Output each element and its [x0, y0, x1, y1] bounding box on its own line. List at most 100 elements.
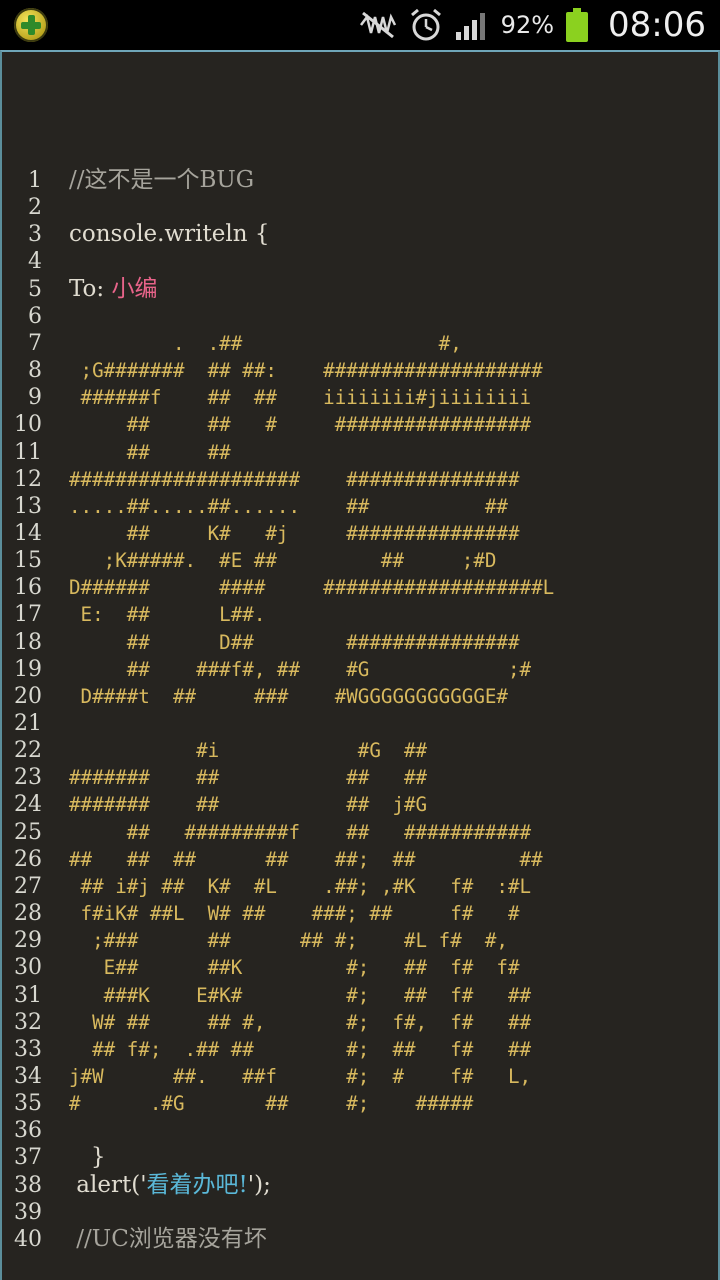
line-text: ## #########f ## ########### — [69, 819, 531, 846]
line-text: ## ## — [69, 439, 231, 466]
code-line: 25 ## #########f ## ########### — [2, 819, 718, 846]
code-editor: 1 //这不是一个BUG 2 3 console.writeln {4 5 To: 小编 6 7… — [0, 50, 720, 1280]
line-number: 4 — [28, 249, 42, 275]
line-number: 6 — [28, 303, 42, 329]
alarm-icon — [410, 8, 441, 41]
line-code: f#iK# ##L W# ## ###; ## f# # — [69, 902, 520, 926]
line-number: 31 — [14, 982, 42, 1008]
line-text: console.writeln { — [69, 221, 269, 248]
line-text: ;### ## ## #; #L f# #, — [69, 927, 508, 954]
line-text: D####t ## ### #WGGGGGGGGGGGE# — [69, 683, 508, 710]
line-code: ## K# #j ############### — [69, 521, 520, 545]
line-text: E## ##K #; ## f# f# — [69, 954, 520, 981]
code-line: 23 ####### ## ## ## — [2, 764, 718, 791]
line-text: #################### ############### — [69, 466, 520, 493]
line-code: //这不是一个BUG — [69, 167, 255, 193]
code-line: 10 ## ## # ################# — [2, 411, 718, 438]
code-line: 22 #i #G ## — [2, 737, 718, 764]
line-text: .....##.....##...... ## ## — [69, 493, 508, 520]
line-code: j#W ##. ##f #; # f# L, — [69, 1064, 532, 1088]
line-text: #i #G ## — [69, 737, 427, 764]
code-line: 28 f#iK# ##L W# ## ###; ## f# # — [2, 900, 718, 927]
line-number: 26 — [14, 846, 42, 872]
line-code: ## ## # ################# — [69, 413, 532, 437]
line-number: 32 — [14, 1009, 42, 1035]
line-number: 29 — [14, 928, 42, 954]
line-text: ;G####### ## ##: ################### — [69, 357, 543, 384]
line-number: 9 — [28, 385, 42, 411]
line-number: 11 — [14, 439, 42, 465]
line-number: 12 — [14, 466, 42, 492]
line-number: 22 — [14, 738, 42, 764]
code-line: 19 ## ###f#, ## #G ;# — [2, 656, 718, 683]
line-code: console.writeln { — [69, 221, 270, 248]
code-line: 7 . .## #, — [2, 330, 718, 357]
line-number: 40 — [14, 1226, 42, 1252]
line-number: 25 — [14, 819, 42, 845]
code-line: 40 //UC浏览器没有坏 — [2, 1226, 718, 1253]
line-number: 20 — [14, 683, 42, 709]
line-text: //UC浏览器没有坏 — [69, 1226, 267, 1253]
line-code: ## ## ## ## ##; ## ## — [69, 847, 543, 871]
line-number: 23 — [14, 765, 42, 791]
line-number: 2 — [28, 195, 42, 221]
line-code: W# ## ## #, #; f#, f# ## — [69, 1010, 532, 1034]
line-number: 5 — [28, 276, 42, 302]
line-text: D###### #### ###################L — [69, 574, 554, 601]
code-line: 12 #################### ############### — [2, 466, 718, 493]
line-code: //UC浏览器没有坏 — [69, 1225, 267, 1252]
code-line: 2 — [2, 194, 718, 221]
line-text: To: 小编 — [69, 276, 157, 303]
line-number: 21 — [14, 711, 42, 736]
code-line: 15 ;K#####. #E ## ## ;#D — [2, 547, 718, 574]
line-text: alert('看着办吧!'); — [69, 1172, 271, 1199]
status-bar: 92% 08:06 — [0, 0, 720, 50]
code-line: 3 console.writeln { — [2, 221, 718, 248]
code-line: 39 — [2, 1199, 718, 1226]
line-number: 36 — [14, 1118, 42, 1144]
line-code: ####### ## ## j#G — [69, 793, 428, 817]
line-text: ;K#####. #E ## ## ;#D — [69, 547, 497, 574]
line-code: To: — [69, 275, 112, 302]
code-line: 21 — [2, 710, 718, 737]
code-line: 16 D###### #### ###################L — [2, 574, 718, 601]
clock: 08:06 — [608, 5, 706, 45]
line-code: ######f ## ## iiiiiiii#jiiiiiiii — [69, 386, 532, 410]
status-icons: 92% 08:06 — [359, 5, 706, 45]
line-text: ###K E#K# #; ## f# ## — [69, 982, 531, 1009]
line-text: ## ## ## ## ##; ## ## — [69, 846, 543, 873]
code-line: 5 To: 小编 — [2, 276, 718, 303]
line-number: 16 — [14, 575, 42, 601]
line-text: //这不是一个BUG — [69, 167, 254, 194]
code-line: 34 j#W ##. ##f #; # f# L, — [2, 1063, 718, 1090]
line-text: ## D## ############### — [69, 629, 520, 656]
code-line: 18 ## D## ############### — [2, 629, 718, 656]
line-code: } — [69, 1144, 106, 1171]
line-code: alert(' — [69, 1171, 147, 1198]
code-line: 11 ## ## — [2, 439, 718, 466]
line-text: f#iK# ##L W# ## ###; ## f# # — [69, 900, 520, 927]
line-code: .....##.....##...... ## ## — [69, 494, 508, 518]
app-icon[interactable] — [14, 8, 48, 42]
line-code: ;G####### ## ##: ################### — [69, 359, 543, 383]
line-number: 19 — [14, 656, 42, 682]
line-text: j#W ##. ##f #; # f# L, — [69, 1063, 531, 1090]
line-number: 39 — [14, 1199, 42, 1225]
line-number: 24 — [14, 792, 42, 818]
code-line: 31 ###K E#K# #; ## f# ## — [2, 982, 718, 1009]
line-number: 34 — [14, 1063, 42, 1089]
line-number: 7 — [28, 330, 42, 356]
code-line: 20 D####t ## ### #WGGGGGGGGGGGE# — [2, 683, 718, 710]
code-line: 33 ## f#; .## ## #; ## f# ## — [2, 1036, 718, 1063]
code-line: 30 E## ##K #; ## f# f# — [2, 954, 718, 981]
line-code: D###### #### ###################L — [69, 576, 555, 600]
line-number: 18 — [14, 629, 42, 655]
line-code: ###K E#K# #; ## f# ## — [69, 983, 532, 1007]
battery-percent: 92% — [500, 11, 555, 39]
recipient-name: 小编 — [111, 275, 158, 302]
line-text: ## i#j ## K# #L .##; ,#K f# :#L — [69, 873, 532, 900]
line-code: E## ##K #; ## f# f# — [69, 956, 520, 980]
line-code: ## #########f ## ########### — [69, 820, 532, 844]
line-text: ####### ## ## ## — [69, 764, 427, 791]
line-number: 38 — [14, 1172, 42, 1198]
